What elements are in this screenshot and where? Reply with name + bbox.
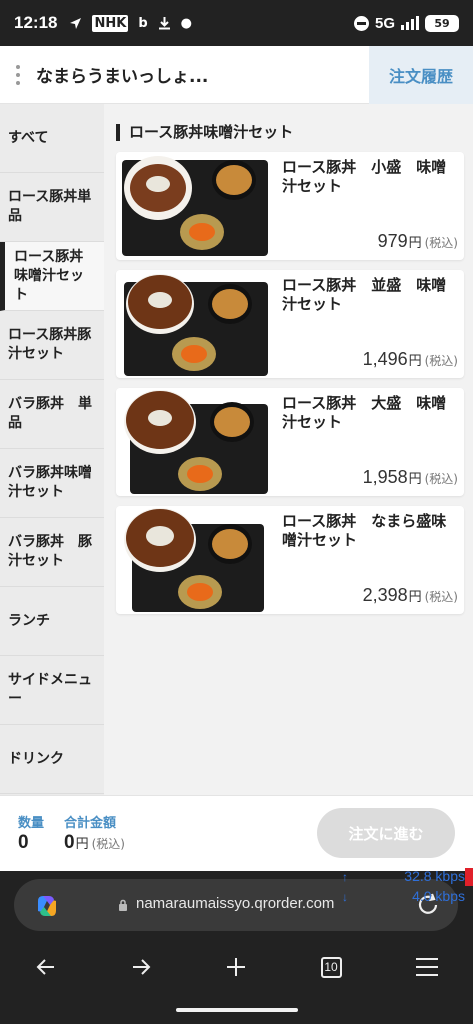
download-icon [158,16,171,30]
hamburger-menu-icon[interactable] [404,944,450,990]
total-label: 合計金額 [64,816,117,831]
speed-indicator-mark [465,868,473,886]
back-icon[interactable] [23,944,69,990]
nhk-app-icon: NHK [92,14,129,32]
food-photo [122,156,268,256]
sidebar-item-loin-single[interactable]: ロース豚丼単品 [0,173,104,242]
new-tab-icon[interactable] [213,944,259,990]
url-text[interactable]: namaraumaissyo.qrorder.com [136,895,334,912]
price-currency: 円 [408,236,422,251]
do-not-disturb-icon [353,15,369,31]
sidebar-item-loin-miso-set[interactable]: ロース豚丼味噌汁セット [0,242,104,311]
battery-icon: 59 [425,14,459,32]
menu-dots-icon[interactable] [0,46,36,104]
sidebar-item-bara-miso-set[interactable]: バラ豚丼味噌汁セット [0,449,104,518]
item-name: ロース豚丼 大盛 味噌汁セット [282,394,447,431]
menu-item-card[interactable]: ロース豚丼 小盛 味噌汁セット 979 円 (税込) [116,152,464,260]
price-tax-note: (税込) [424,354,458,368]
location-arrow-icon [69,17,82,30]
home-indicator[interactable] [176,1008,298,1012]
cart-footer: 数量 0 合計金額 0 円 (税込) 注文に進む [0,795,473,871]
signal-icon [401,16,419,30]
item-name: ロース豚丼 小盛 味噌汁セット [282,158,447,195]
section-title: ロース豚丼味噌汁セット [116,124,293,141]
food-photo [124,390,268,494]
network-type: 5G [374,14,395,32]
price-value: 1,958 [362,467,408,487]
total-currency: 円 [75,837,89,852]
status-bar: 12:18 NHK b ● 5G 59 [0,0,473,46]
item-price: 2,398 円 (税込) [363,585,458,606]
proceed-to-order-button[interactable]: 注文に進む [317,808,455,858]
sidebar-item-bara-single[interactable]: バラ豚丼 単品 [0,380,104,449]
sidebar-item-bara-tonjiru-set[interactable]: バラ豚丼 豚汁セット [0,518,104,587]
menu-content: ロース豚丼味噌汁セット ロース豚丼 小盛 味噌汁セット 979 円 (税込) ロ… [104,104,473,795]
order-history-button[interactable]: 注文履歴 [369,45,473,104]
upload-arrow-icon: ↑ [342,870,348,884]
item-price: 1,958 円 (税込) [363,467,458,488]
app-header: なまらうまいっしょ... 注文履歴 [0,45,473,104]
menu-item-card[interactable]: ロース豚丼 なまら盛味噌汁セット 2,398 円 (税込) [116,506,464,614]
quantity-label: 数量 [18,816,45,831]
menu-item-card[interactable]: ロース豚丼 大盛 味噌汁セット 1,958 円 (税込) [116,388,464,496]
download-speed: 4.0 kbps [412,888,465,904]
price-tax-note: (税込) [424,590,458,604]
price-currency: 円 [408,472,422,487]
browser-nav: 10 [0,944,473,990]
shop-name: なまらうまいっしょ... [36,67,209,87]
tabs-button[interactable]: 10 [308,944,354,990]
lock-icon [119,899,127,911]
copilot-icon[interactable] [34,893,60,919]
food-photo [124,274,268,376]
category-sidebar: すべて ロース豚丼単品 ロース豚丼味噌汁セット ロース豚丼豚汁セット バラ豚丼 … [0,104,104,795]
price-currency: 円 [408,354,422,369]
sidebar-item-side-menu[interactable]: サイドメニュー [0,656,104,725]
item-price: 979 円 (税込) [378,231,458,252]
price-currency: 円 [408,590,422,605]
item-price: 1,496 円 (税込) [363,349,458,370]
food-photo [124,508,264,612]
item-name: ロース豚丼 並盛 味噌汁セット [282,276,447,313]
price-tax-note: (税込) [424,236,458,250]
tabs-count: 10 [320,956,342,978]
sidebar-item-all[interactable]: すべて [0,104,104,173]
item-name: ロース豚丼 なまら盛味噌汁セット [282,512,447,549]
sidebar-item-lunch[interactable]: ランチ [0,587,104,656]
price-value: 2,398 [362,585,408,605]
total-value: 0 [64,832,75,853]
upload-speed: 32.8 kbps [404,868,465,884]
network-speed-overlay: ↑ 32.8 kbps ↓ 4.0 kbps [342,868,473,908]
notification-dot-icon: ● [180,15,192,31]
download-arrow-icon: ↓ [342,890,348,904]
menu-item-card[interactable]: ロース豚丼 並盛 味噌汁セット 1,496 円 (税込) [116,270,464,378]
sidebar-item-loin-tonjiru-set[interactable]: ロース豚丼豚汁セット [0,311,104,380]
price-value: 1,496 [362,349,408,369]
sidebar-item-drink[interactable]: ドリンク [0,725,104,794]
total-price: 0 円 (税込) [64,832,125,854]
status-time: 12:18 [14,13,58,32]
forward-icon[interactable] [118,944,164,990]
total-tax-note: (税込) [91,837,125,851]
price-value: 979 [377,231,408,251]
bing-icon: b [138,15,148,31]
price-tax-note: (税込) [424,472,458,486]
quantity-value: 0 [18,832,29,853]
